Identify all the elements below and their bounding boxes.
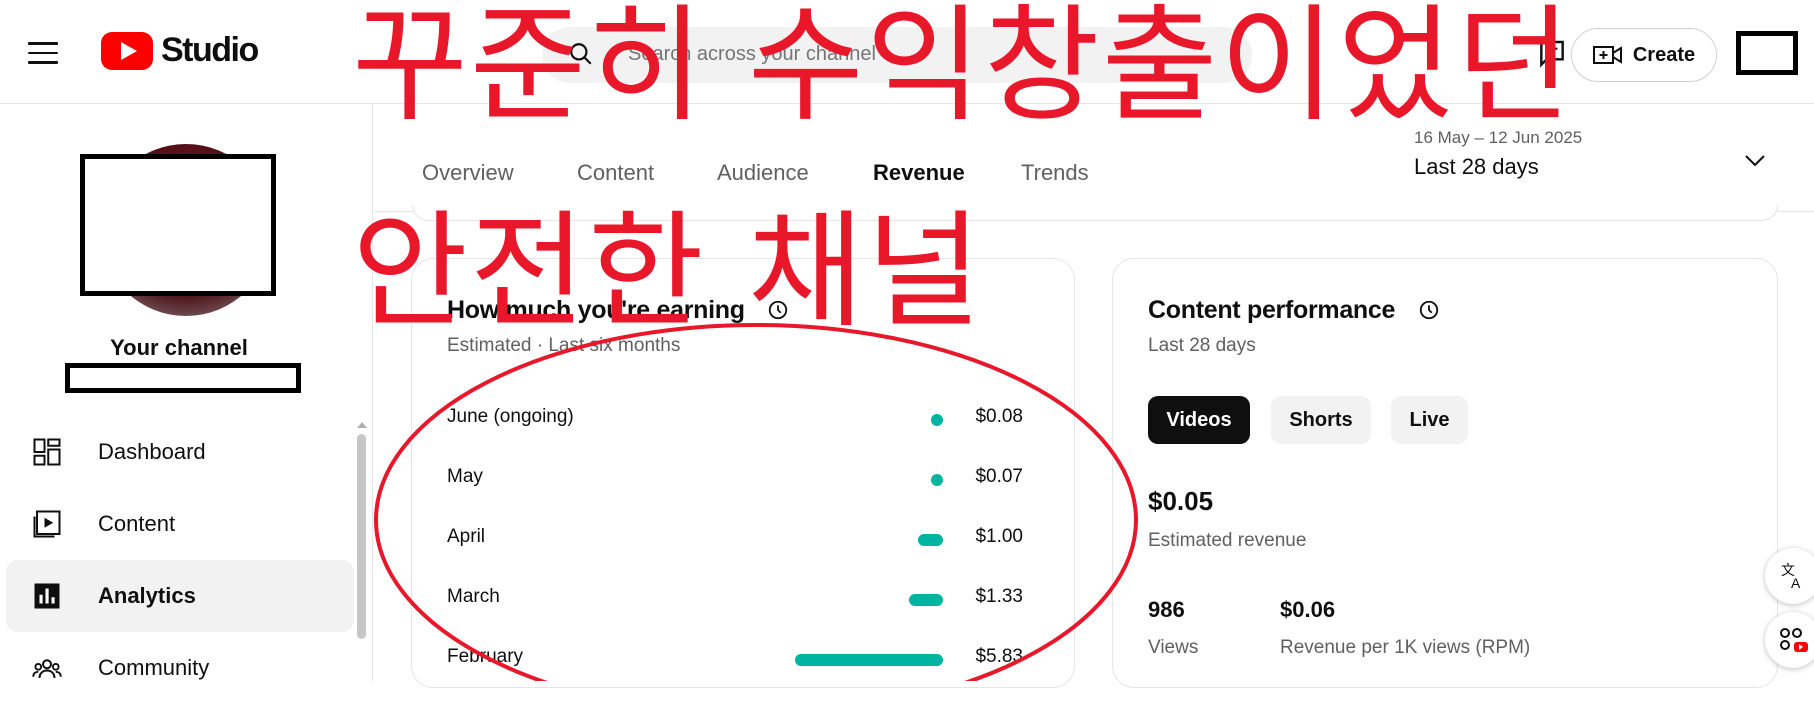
create-video-icon: [1592, 46, 1622, 64]
tab-revenue[interactable]: Revenue: [873, 160, 965, 186]
tab-content[interactable]: Content: [577, 160, 654, 186]
apps-icon: [1780, 628, 1808, 652]
pill-shorts[interactable]: Shorts: [1271, 396, 1371, 444]
earning-bar: [909, 594, 943, 606]
tab-trends[interactable]: Trends: [1021, 160, 1089, 186]
earning-bar: [918, 534, 943, 546]
performance-subtitle: Last 28 days: [1148, 335, 1256, 356]
content-performance-card: Content performance Last 28 days Videos …: [1112, 258, 1778, 688]
earning-row: March $1.33: [447, 586, 1023, 616]
sidebar-item-community[interactable]: Community: [6, 632, 354, 704]
sidebar-scrollbar[interactable]: [357, 434, 366, 639]
hamburger-menu-icon[interactable]: [28, 42, 58, 64]
earning-value: $5.83: [975, 646, 1023, 667]
earning-bar: [931, 414, 943, 426]
earning-month: May: [447, 466, 483, 487]
sidebar-item-analytics[interactable]: Analytics: [6, 560, 354, 632]
sidebar-item-label: Community: [98, 655, 210, 680]
earning-month: April: [447, 526, 486, 547]
sidebar: Your channel Dashboard Content Analytics…: [0, 104, 373, 681]
sidebar-item-label: Content: [98, 511, 176, 536]
channel-handle-redacted: [65, 363, 301, 393]
studio-logo[interactable]: Studio: [101, 31, 259, 70]
pill-videos[interactable]: Videos: [1148, 396, 1250, 444]
earning-month: February: [447, 646, 524, 667]
earning-bar: [795, 654, 943, 666]
sidebar-item-dashboard[interactable]: Dashboard: [6, 416, 354, 488]
dashboard-icon: [33, 438, 61, 466]
clock-icon[interactable]: [1418, 299, 1440, 321]
analytics-icon: [34, 583, 60, 609]
overlay-text-line1: 꾸준히 수익창출이었던: [352, 0, 1574, 139]
estimated-revenue-label: Estimated revenue: [1148, 530, 1307, 551]
earning-value: $1.00: [975, 526, 1023, 547]
earning-month: June (ongoing): [447, 406, 574, 427]
rpm-value: $0.06: [1280, 597, 1336, 622]
views-label: Views: [1148, 637, 1199, 658]
translate-button[interactable]: 文 A: [1765, 548, 1814, 604]
earning-row: April $1.00: [447, 526, 1023, 556]
overlay-text-line2: 안전한 채널: [352, 198, 984, 345]
earning-value: $1.33: [975, 586, 1023, 607]
content-icon: [33, 510, 61, 538]
create-button[interactable]: Create: [1571, 28, 1717, 82]
sidebar-item-label: Dashboard: [98, 439, 206, 464]
earning-row: June (ongoing) $0.08: [447, 406, 1023, 436]
sidebar-item-label: Analytics: [98, 583, 196, 608]
youtube-logo-icon: [101, 31, 153, 70]
earning-month: March: [447, 586, 500, 607]
rpm-label: Revenue per 1K views (RPM): [1280, 637, 1531, 658]
sidebar-item-content[interactable]: Content: [6, 488, 354, 560]
apps-button[interactable]: [1765, 612, 1814, 668]
scroll-up-arrow[interactable]: [357, 422, 367, 428]
svg-text:A: A: [1791, 575, 1801, 591]
sidebar-nav: Dashboard Content Analytics Community: [0, 416, 360, 704]
tab-audience[interactable]: Audience: [717, 160, 809, 186]
performance-title: Content performance: [1148, 296, 1440, 325]
earning-bar: [931, 474, 943, 486]
earning-value: $0.07: [975, 466, 1023, 487]
tab-overview[interactable]: Overview: [422, 160, 514, 186]
account-avatar[interactable]: [1736, 31, 1798, 75]
earning-row: February $5.83: [447, 646, 1023, 676]
performance-title-text: Content performance: [1148, 296, 1396, 324]
translate-icon: 文 A: [1781, 563, 1801, 591]
channel-title: Your channel: [110, 335, 248, 360]
estimated-revenue-value: $0.05: [1148, 486, 1214, 516]
chevron-down-icon[interactable]: [1744, 154, 1766, 168]
rpm-metric: $0.06 Revenue per 1K views (RPM): [1280, 597, 1530, 659]
community-icon: [32, 659, 62, 679]
logo-text: Studio: [161, 31, 259, 69]
views-metric: 986 Views: [1148, 597, 1198, 659]
earning-row: May $0.07: [447, 466, 1023, 496]
views-value: 986: [1148, 597, 1185, 622]
channel-avatar[interactable]: [80, 154, 276, 296]
pill-live[interactable]: Live: [1391, 396, 1468, 444]
date-period-label[interactable]: Last 28 days: [1414, 154, 1539, 180]
earning-value: $0.08: [975, 406, 1023, 427]
create-label: Create: [1632, 43, 1696, 66]
